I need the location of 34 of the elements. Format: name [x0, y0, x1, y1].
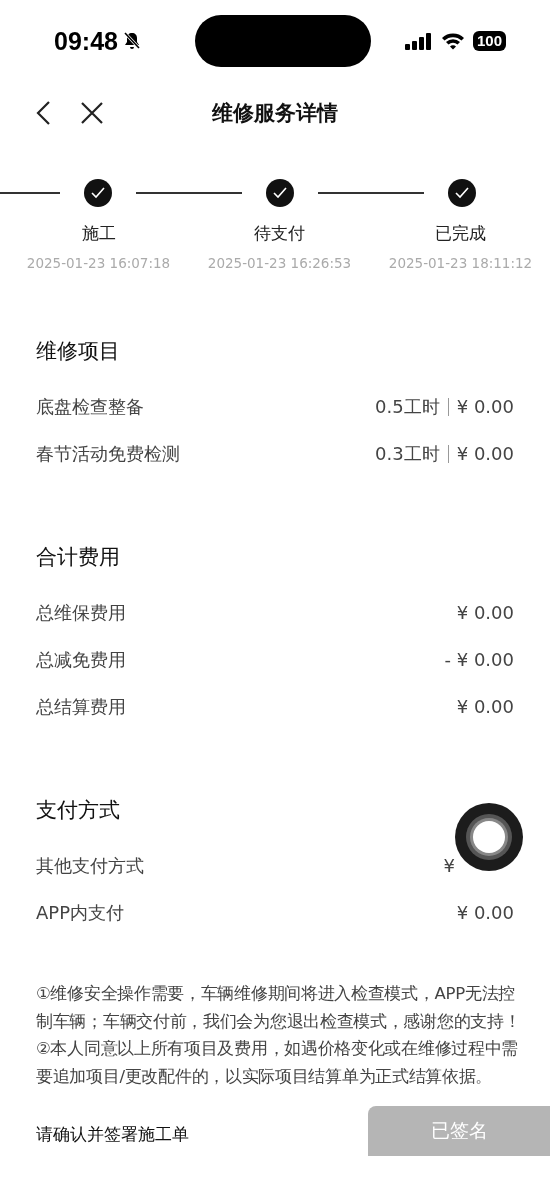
step-time: 2025-01-23 18:11:12 — [388, 255, 533, 271]
status-time: 09:48 — [54, 26, 118, 56]
item-label: 底盘检查整备 — [36, 394, 144, 419]
item-amount: ¥ 0.00 — [456, 902, 514, 923]
step-label: 施工 — [81, 222, 116, 245]
item-amount: ¥ 0.00 — [456, 396, 514, 417]
item-amount: ¥ — [443, 855, 455, 876]
item-hours: 0.3工时 — [375, 441, 440, 466]
section-title: 合计费用 — [36, 544, 121, 571]
item-label: 其他支付方式 — [36, 853, 144, 878]
item-label: APP内支付 — [36, 900, 125, 925]
step-time: 2025-01-23 16:26:53 — [207, 255, 352, 271]
battery-level: 100 — [472, 31, 506, 51]
item-amount: - ¥ 0.00 — [444, 649, 514, 670]
item-amount: ¥ 0.00 — [456, 443, 514, 464]
step-time: 2025-01-23 16:07:18 — [26, 255, 171, 271]
section-title: 支付方式 — [36, 797, 121, 824]
notice-text: ①维修安全操作需要，车辆维修期间将进入检查模式，APP无法控制车辆；车辆交付前，我们会为您退出检查模式，感谢您的支持！ — [36, 983, 522, 1033]
sign-prompt: 请确认并签署施工单 — [36, 1123, 189, 1146]
item-hours: 0.5工时 — [375, 394, 440, 419]
signal-icon — [404, 32, 433, 50]
item-amount: ¥ 0.00 — [456, 602, 514, 623]
close-button[interactable] — [80, 101, 104, 125]
item-label: 总减免费用 — [36, 647, 126, 672]
notice-text: ②本人同意以上所有项目及费用，如遇价格变化或在维修过程中需要追加项目/更改配件的，以实际项目结算单为正式结算依据。 — [36, 1038, 520, 1088]
item-amount: ¥ 0.00 — [456, 696, 514, 717]
item-label: 总结算费用 — [36, 694, 126, 719]
page-title: 维修服务详情 — [212, 100, 338, 127]
step-label: 已完成 — [435, 222, 486, 245]
wifi-icon — [440, 32, 465, 50]
item-label: 春节活动免费检测 — [36, 441, 180, 466]
step-label: 待支付 — [254, 222, 305, 245]
section-title: 维修项目 — [36, 338, 121, 365]
item-label: 总维保费用 — [36, 600, 126, 625]
